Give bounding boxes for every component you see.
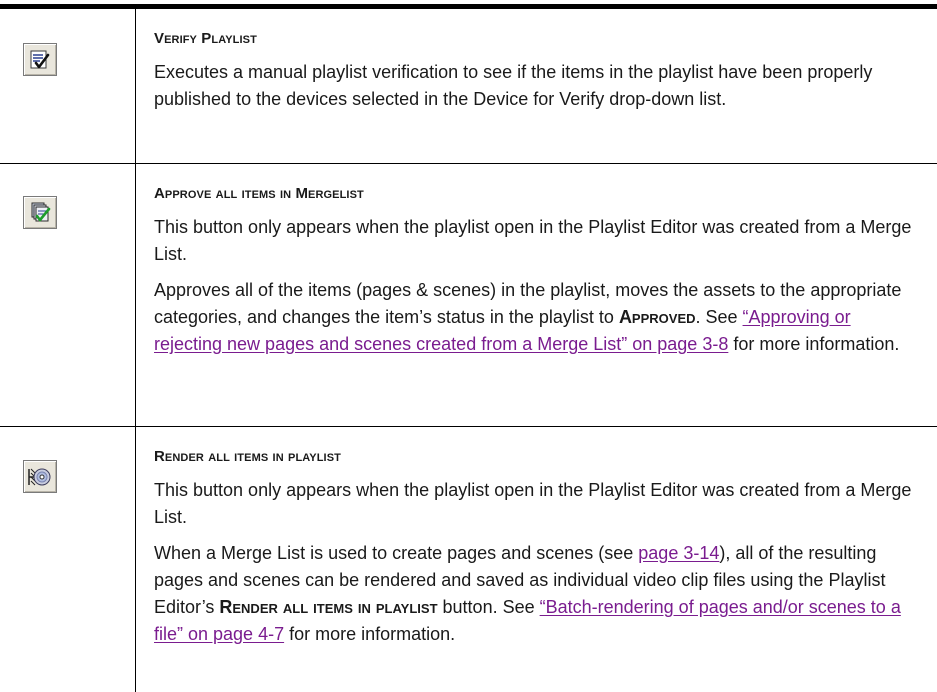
- text-span: When a Merge List is used to create page…: [154, 543, 639, 563]
- cross-reference-link[interactable]: page 3-14: [638, 543, 719, 563]
- icon-cell: [0, 164, 136, 426]
- text-span: for more information.: [284, 624, 456, 644]
- render-all-icon: [28, 468, 51, 486]
- text-span: for more information.: [728, 334, 900, 354]
- description-text: Executes a manual playlist verification …: [154, 62, 873, 109]
- verify-playlist-icon: [30, 50, 50, 69]
- description-text: When a Merge List is used to create page…: [154, 540, 921, 648]
- button-term: Render all items in playlist: [219, 597, 438, 617]
- text-span: . See: [695, 307, 743, 327]
- command-heading: Verify Playlist: [154, 30, 257, 47]
- status-term: Approved: [618, 307, 696, 327]
- command-heading: Approve all items in Mergelist: [154, 185, 364, 202]
- table-row: Verify Playlist Executes a manual playli…: [0, 9, 937, 164]
- text-span: button. See: [437, 597, 540, 617]
- table-row: Approve all items in Mergelist This butt…: [0, 164, 937, 427]
- description-cell: Approve all items in Mergelist This butt…: [136, 164, 937, 426]
- approve-all-button[interactable]: [23, 196, 57, 229]
- description-text: Approves all of the items (pages & scene…: [154, 277, 921, 358]
- description-text: This button only appears when the playli…: [154, 217, 912, 264]
- command-table: Verify Playlist Executes a manual playli…: [0, 4, 937, 692]
- icon-cell: [0, 427, 136, 692]
- description-text: This button only appears when the playli…: [154, 480, 912, 527]
- table-row: Render all items in playlist This button…: [0, 427, 937, 692]
- description-cell: Render all items in playlist This button…: [136, 427, 937, 692]
- approve-all-icon: [31, 202, 51, 222]
- verify-playlist-button[interactable]: [23, 43, 57, 76]
- description-cell: Verify Playlist Executes a manual playli…: [136, 9, 937, 163]
- command-heading: Render all items in playlist: [154, 448, 341, 465]
- icon-cell: [0, 9, 136, 163]
- render-all-button[interactable]: [23, 460, 57, 493]
